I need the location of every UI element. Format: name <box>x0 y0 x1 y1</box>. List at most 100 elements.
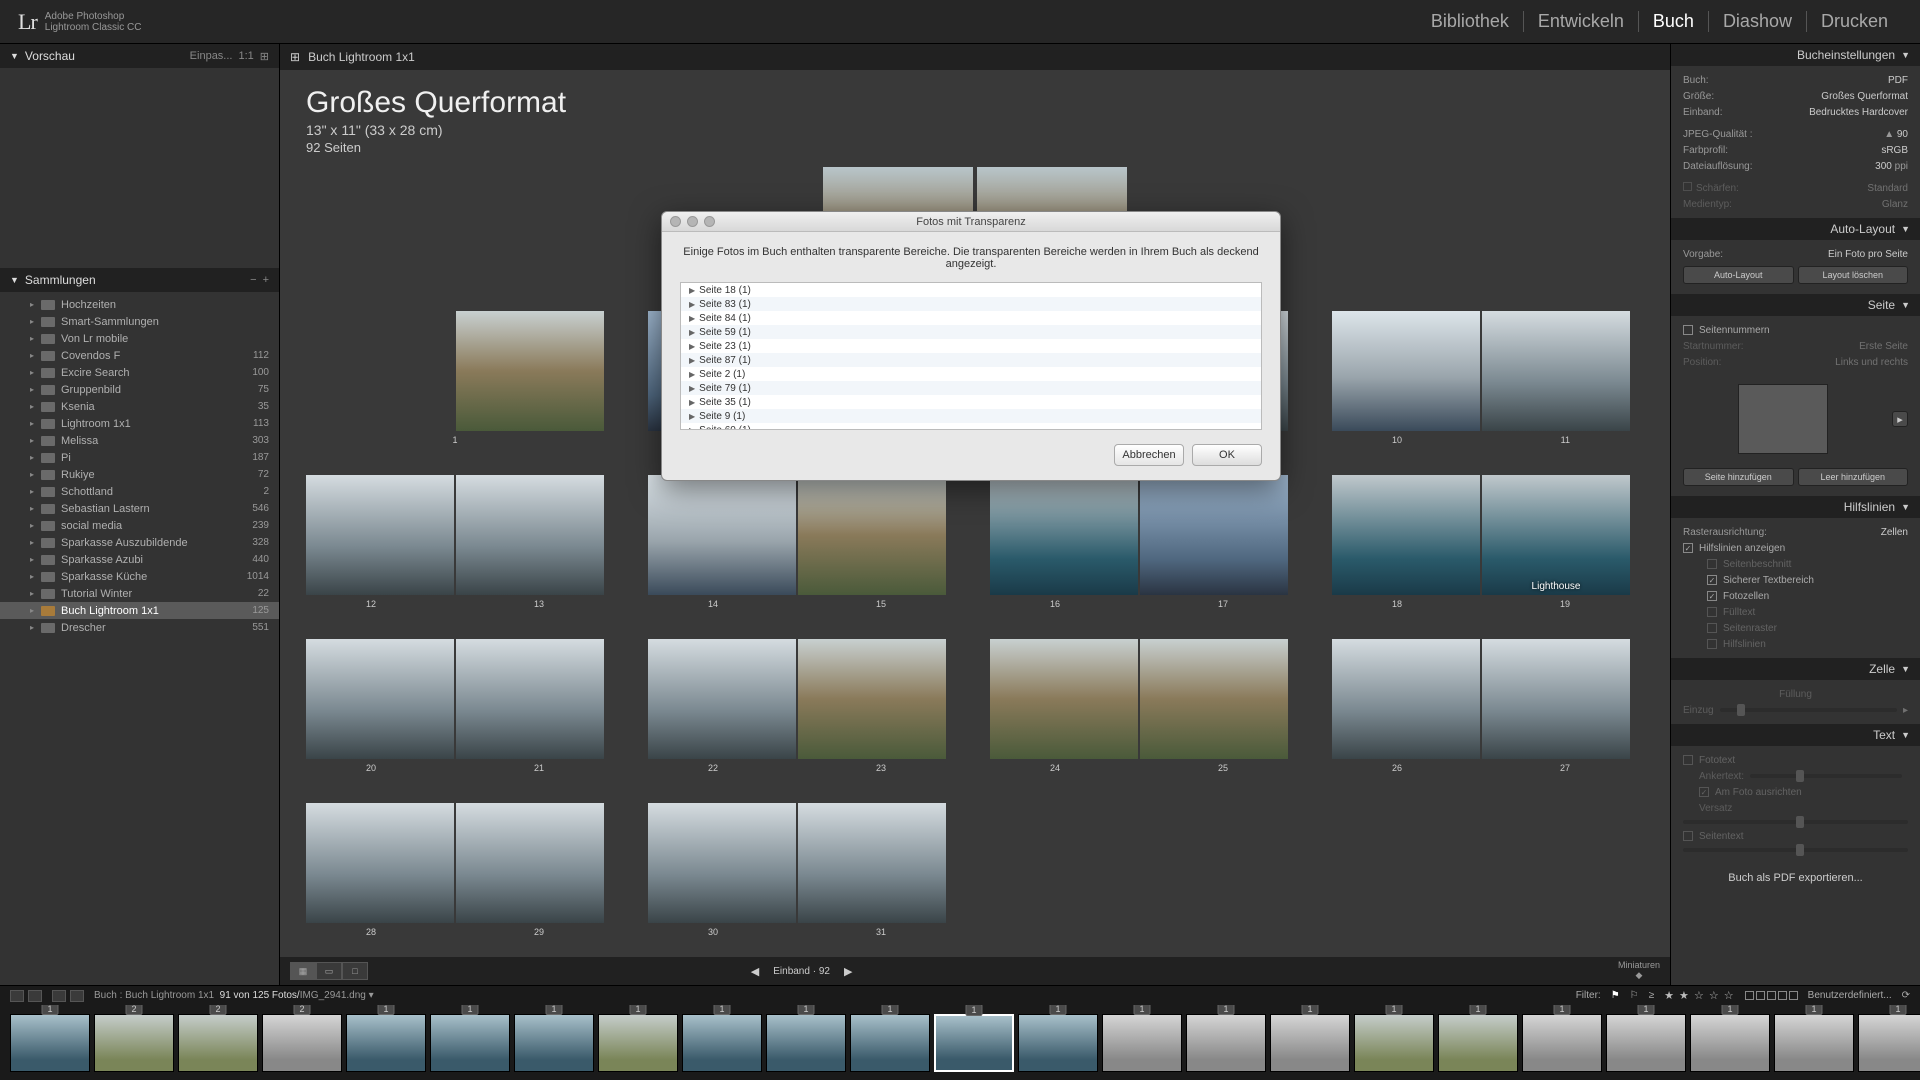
filmstrip-thumb[interactable]: 1 <box>1186 1014 1266 1072</box>
book-page[interactable] <box>306 803 454 923</box>
collection-item[interactable]: ▸Rukiye72 <box>0 466 279 483</box>
filmstrip-thumb[interactable]: 1 <box>850 1014 930 1072</box>
filmstrip-thumb[interactable]: 1 <box>346 1014 426 1072</box>
page-template-thumb[interactable] <box>1738 384 1828 454</box>
collection-item[interactable]: ▸Gruppenbild75 <box>0 381 279 398</box>
disclosure-triangle-icon[interactable]: ▸ <box>30 487 41 496</box>
book-page[interactable] <box>1332 639 1480 759</box>
guide-checkbox[interactable]: ✓ <box>1707 591 1717 601</box>
guide-checkbox[interactable] <box>1707 639 1717 649</box>
collections-header[interactable]: ▼ Sammlungen − + <box>0 268 279 292</box>
transparency-page-row[interactable]: ▶Seite 60 (1) <box>681 423 1261 430</box>
book-page[interactable] <box>306 639 454 759</box>
transparency-page-row[interactable]: ▶Seite 18 (1) <box>681 283 1261 297</box>
filmstrip-thumb[interactable]: 1 <box>682 1014 762 1072</box>
view-single-button[interactable]: □ <box>342 962 368 980</box>
book-page[interactable] <box>1332 311 1480 431</box>
filmstrip-thumb[interactable]: 2 <box>262 1014 342 1072</box>
collection-item[interactable]: ▸Buch Lightroom 1x1125 <box>0 602 279 619</box>
grid-icon[interactable]: ⊞ <box>290 50 300 64</box>
grid-view-icon[interactable] <box>28 990 42 1002</box>
show-guides-checkbox[interactable]: ✓ <box>1683 543 1693 553</box>
module-tab-bibliothek[interactable]: Bibliothek <box>1417 11 1524 32</box>
preview-ratio-label[interactable]: 1:1 <box>238 50 253 63</box>
view-spread-button[interactable]: ▭ <box>316 962 342 980</box>
transparency-page-row[interactable]: ▶Seite 79 (1) <box>681 381 1261 395</box>
filmstrip-thumb[interactable]: 1 <box>430 1014 510 1072</box>
book-page[interactable] <box>990 639 1138 759</box>
book-page[interactable] <box>1140 639 1288 759</box>
disclosure-triangle-icon[interactable]: ▸ <box>30 470 41 479</box>
jpeg-quality-value[interactable]: 90 <box>1897 129 1908 140</box>
book-page[interactable] <box>456 311 604 431</box>
collection-item[interactable]: ▸Sebastian Lastern546 <box>0 500 279 517</box>
collection-item[interactable]: ▸Schottland2 <box>0 483 279 500</box>
ok-button[interactable]: OK <box>1192 444 1262 466</box>
text-offset-slider[interactable] <box>1683 820 1908 824</box>
dialog-page-list[interactable]: ▶Seite 18 (1)▶Seite 83 (1)▶Seite 84 (1)▶… <box>680 282 1262 430</box>
photo-text-checkbox[interactable] <box>1683 755 1693 765</box>
add-blank-button[interactable]: Leer hinzufügen <box>1798 468 1909 486</box>
book-canvas[interactable]: Großes Querformat 13" x 11" (33 x 28 cm)… <box>280 70 1670 957</box>
disclosure-triangle-icon[interactable]: ▶ <box>689 426 695 431</box>
filmstrip-thumb[interactable]: 1 <box>514 1014 594 1072</box>
filmstrip-thumb[interactable]: 1 <box>1690 1014 1770 1072</box>
export-pdf-button[interactable]: Buch als PDF exportieren... <box>1671 862 1920 894</box>
filmstrip-path[interactable]: Buch : Buch Lightroom 1x1 <box>94 990 214 1001</box>
book-page[interactable] <box>456 803 604 923</box>
prev-page-arrow-icon[interactable]: ◀ <box>751 965 759 978</box>
disclosure-triangle-icon[interactable]: ▸ <box>30 555 41 564</box>
transparency-page-row[interactable]: ▶Seite 9 (1) <box>681 409 1261 423</box>
collection-item[interactable]: ▸Sparkasse Küche1014 <box>0 568 279 585</box>
disclosure-triangle-icon[interactable]: ▶ <box>689 398 695 407</box>
book-page[interactable] <box>798 639 946 759</box>
book-page[interactable] <box>798 803 946 923</box>
flag-filter-icon[interactable]: ⚑ <box>1611 990 1620 1001</box>
filmstrip-thumb[interactable]: 1 <box>1606 1014 1686 1072</box>
disclosure-triangle-icon[interactable]: ▸ <box>30 317 41 326</box>
page-spread[interactable]: 2627 <box>1332 639 1630 773</box>
disclosure-triangle-icon[interactable]: ▶ <box>689 356 695 365</box>
collection-item[interactable]: ▸Von Lr mobile <box>0 330 279 347</box>
guide-checkbox[interactable] <box>1707 607 1717 617</box>
disclosure-triangle-icon[interactable]: ▶ <box>689 328 695 337</box>
page-template-chevron-icon[interactable]: ▸ <box>1892 411 1908 427</box>
filmstrip-thumb[interactable]: 1 <box>598 1014 678 1072</box>
disclosure-triangle-icon[interactable]: ▸ <box>30 334 41 343</box>
dialog-titlebar[interactable]: Fotos mit Transparenz <box>662 212 1280 232</box>
transparency-page-row[interactable]: ▶Seite 2 (1) <box>681 367 1261 381</box>
filmstrip-thumb[interactable]: 1 <box>1858 1014 1920 1072</box>
page-spread[interactable]: 1011 <box>1332 311 1630 445</box>
filmstrip-thumb[interactable]: 1 <box>1102 1014 1182 1072</box>
book-page[interactable] <box>1482 639 1630 759</box>
page-numbers-checkbox[interactable] <box>1683 325 1693 335</box>
page-spread[interactable]: 2021 <box>306 639 604 773</box>
collections-plus-icon[interactable]: + <box>263 274 269 286</box>
cell-header[interactable]: Zelle▼ <box>1671 658 1920 680</box>
filmstrip-thumb[interactable]: 1 <box>1018 1014 1098 1072</box>
clear-layout-button[interactable]: Layout löschen <box>1798 266 1909 284</box>
disclosure-triangle-icon[interactable]: ▶ <box>689 300 695 309</box>
book-page[interactable] <box>990 475 1138 595</box>
filmstrip-thumb[interactable]: 1 <box>934 1014 1014 1072</box>
book-page[interactable] <box>1332 475 1480 595</box>
module-tab-drucken[interactable]: Drucken <box>1807 11 1902 32</box>
filmstrip[interactable]: 12221111111111111111111 <box>0 1005 1920 1080</box>
filmstrip-thumb[interactable]: 1 <box>1774 1014 1854 1072</box>
disclosure-triangle-icon[interactable]: ▸ <box>30 453 41 462</box>
disclosure-triangle-icon[interactable]: ▸ <box>30 572 41 581</box>
compare-icon[interactable]: ≥ <box>1649 990 1655 1001</box>
book-page[interactable] <box>648 475 796 595</box>
collection-item[interactable]: ▸Ksenia35 <box>0 398 279 415</box>
guides-header[interactable]: Hilfslinien▼ <box>1671 496 1920 518</box>
filmstrip-thumb[interactable]: 1 <box>1522 1014 1602 1072</box>
nav-fwd-icon[interactable] <box>70 990 84 1002</box>
next-page-arrow-icon[interactable]: ▶ <box>844 965 852 978</box>
view-grid-button[interactable]: ▦ <box>290 962 316 980</box>
second-window-icon[interactable] <box>10 990 24 1002</box>
collections-minus-icon[interactable]: − <box>250 274 256 286</box>
collection-item[interactable]: ▸Excire Search100 <box>0 364 279 381</box>
page-spread[interactable]: 1415 <box>648 475 946 609</box>
disclosure-triangle-icon[interactable]: ▸ <box>30 368 41 377</box>
text-header[interactable]: Text▼ <box>1671 724 1920 746</box>
